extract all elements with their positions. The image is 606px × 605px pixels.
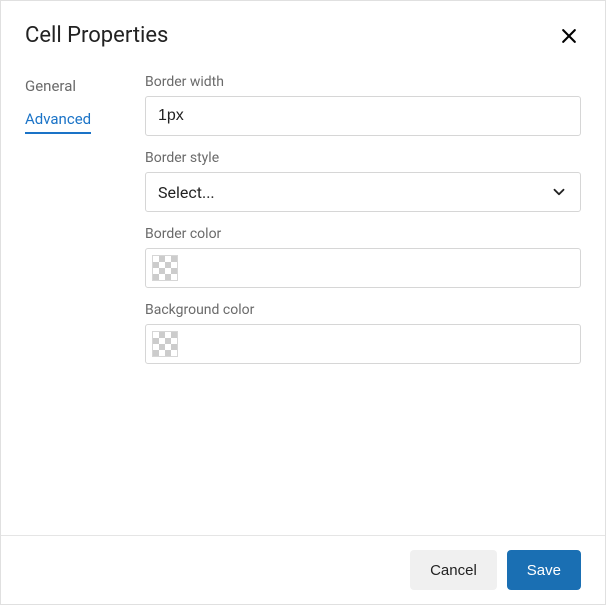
dialog-body: General Advanced Border width Border sty… [1,62,605,535]
dialog-footer: Cancel Save [1,535,605,604]
background-color-input[interactable] [145,324,581,364]
cell-properties-dialog: Cell Properties General Advanced Border … [0,0,606,605]
dialog-title: Cell Properties [25,23,168,48]
border-color-swatch [152,255,178,281]
border-color-group: Border color [145,226,581,288]
tab-list: General Advanced [25,74,115,535]
tab-general[interactable]: General [25,76,115,97]
dialog-header: Cell Properties [1,1,605,62]
background-color-group: Background color [145,302,581,364]
background-color-label: Background color [145,302,581,318]
cancel-button[interactable]: Cancel [410,550,497,590]
border-style-label: Border style [145,150,581,166]
form-panel: Border width Border style Select... Bord… [145,74,581,535]
border-style-group: Border style Select... [145,150,581,212]
close-icon[interactable] [557,24,581,48]
background-color-swatch [152,331,178,357]
save-button[interactable]: Save [507,550,581,590]
border-style-placeholder: Select... [158,183,215,202]
border-color-input[interactable] [145,248,581,288]
chevron-down-icon [550,183,568,201]
border-width-group: Border width [145,74,581,136]
border-width-input[interactable] [145,96,581,136]
border-width-label: Border width [145,74,581,90]
border-style-select[interactable]: Select... [145,172,581,212]
border-color-label: Border color [145,226,581,242]
tab-advanced[interactable]: Advanced [25,109,91,134]
